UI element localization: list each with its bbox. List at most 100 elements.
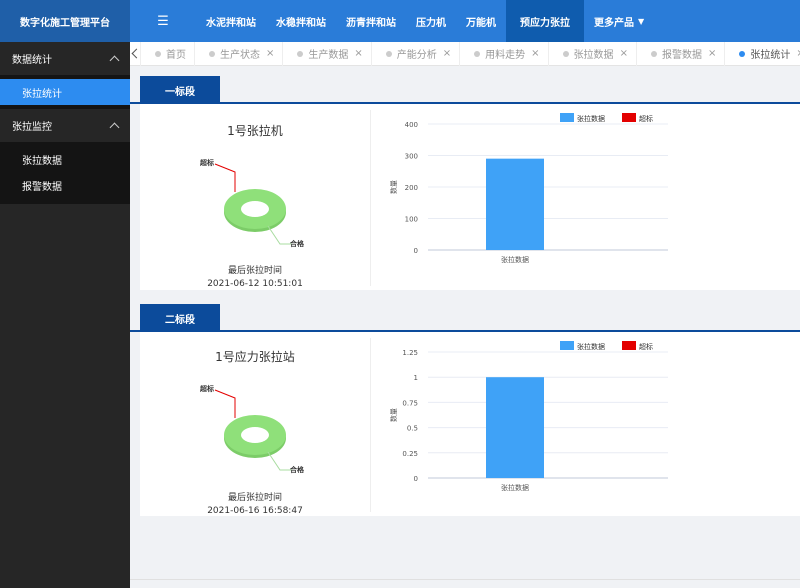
close-icon[interactable]: × <box>266 48 274 59</box>
close-icon[interactable]: × <box>620 48 628 59</box>
bar[interactable] <box>486 158 544 250</box>
legend-label[interactable]: 张拉数据 <box>577 114 605 123</box>
nav-prestress-tension[interactable]: 预应力张拉 <box>506 0 584 42</box>
caret-down-icon: ▼ <box>638 16 645 26</box>
nav-universal-machine[interactable]: 万能机 <box>456 0 506 42</box>
tab-production-data[interactable]: 生产数据 × <box>283 41 372 66</box>
donut-over-label: 超标 <box>200 158 214 167</box>
dot-icon <box>739 50 746 57</box>
dot-icon <box>650 50 657 57</box>
dot-icon <box>155 50 161 57</box>
donut-over-label: 超标 <box>200 384 214 393</box>
tab-capacity-analysis[interactable]: 产能分析 × <box>372 41 461 66</box>
dot-icon <box>474 50 481 57</box>
legend-label[interactable]: 超标 <box>639 114 653 123</box>
tab-label: 生产状态 <box>220 50 260 61</box>
tab-material-trend[interactable]: 用料走势 × <box>460 41 549 66</box>
close-icon[interactable]: × <box>531 48 539 59</box>
section-header: 二标段 <box>130 294 800 332</box>
nav-more-label: 更多产品 <box>594 17 634 29</box>
legend-swatch[interactable] <box>560 113 574 122</box>
nav-press-machine[interactable]: 压力机 <box>406 0 456 42</box>
close-icon[interactable]: × <box>708 48 716 59</box>
y-tick-label: 0.5 <box>407 425 418 433</box>
section-header: 一标段 <box>130 66 800 104</box>
x-tick-label: 张拉数据 <box>501 255 529 264</box>
main-content: 一标段 1号张拉机 超标合格 最后张拉时间 2021-06-12 10:51:0… <box>130 66 800 588</box>
donut-hole <box>241 427 269 443</box>
sidebar-group-label: 数据统计 <box>12 55 52 66</box>
tab-production-status[interactable]: 生产状态 × <box>195 41 284 66</box>
last-time-label: 最后张拉时间 <box>227 493 282 503</box>
y-tick-label: 400 <box>405 121 418 129</box>
legend-swatch[interactable] <box>560 341 574 350</box>
close-icon[interactable]: × <box>796 48 800 59</box>
y-tick-label: 0.75 <box>402 399 418 407</box>
panel-divider <box>370 110 371 286</box>
legend-swatch[interactable] <box>622 113 636 122</box>
tab-label: 报警数据 <box>661 50 702 61</box>
y-tick-label: 0 <box>414 475 418 483</box>
top-nav: ☰ 水泥拌和站 水稳拌和站 沥青拌和站 压力机 万能机 预应力张拉 更多产品 ▼ <box>130 0 800 42</box>
tab-tension-stats[interactable]: 张拉统计 × <box>725 42 800 66</box>
y-tick-label: 0 <box>414 247 418 255</box>
machine-title: 1号应力张拉站 <box>215 350 295 364</box>
sidebar-item-alarm-data[interactable]: 报警数据 <box>0 172 130 198</box>
legend-swatch[interactable] <box>622 341 636 350</box>
y-tick-label: 300 <box>405 153 418 161</box>
sidebar-background <box>0 200 130 588</box>
y-tick-label: 200 <box>405 184 418 192</box>
sidebar-item-tension-data[interactable]: 张拉数据 <box>0 146 130 172</box>
close-icon[interactable]: × <box>443 48 451 59</box>
list-icon[interactable]: ☰ <box>130 0 196 42</box>
section-panel-filler <box>690 104 800 290</box>
y-tick-label: 1 <box>414 374 418 382</box>
last-time-value: 2021-06-16 16:58:47 <box>207 506 303 516</box>
sidebar: 数据统计 张拉统计 张拉监控 张拉数据 报警数据 <box>0 42 130 588</box>
panel-divider <box>370 338 371 512</box>
chevron-left-icon[interactable] <box>130 41 141 66</box>
sidebar-group-label: 张拉监控 <box>12 122 52 133</box>
y-tick-label: 0.25 <box>402 450 418 458</box>
tab-alarm-data[interactable]: 报警数据 × <box>637 41 726 66</box>
dot-icon <box>209 50 215 57</box>
donut-chart: 超标合格 <box>200 384 305 474</box>
over-leader-line <box>214 163 236 192</box>
tab-label: 生产数据 <box>308 50 349 61</box>
tab-tension-data[interactable]: 张拉数据 × <box>549 41 637 66</box>
bar-chart: 00.250.50.7511.25数量张拉数据张拉数据 超标 <box>389 341 668 492</box>
footer-divider <box>130 579 800 580</box>
last-time-value: 2021-06-12 10:51:01 <box>207 279 303 289</box>
y-axis-label: 数量 <box>389 408 398 422</box>
donut-chart: 超标合格 <box>200 158 305 248</box>
close-icon[interactable]: × <box>354 48 362 59</box>
over-leader-line <box>214 389 236 418</box>
tab-label: 张拉统计 <box>750 50 791 61</box>
sidebar-item-tension-stats[interactable]: 张拉统计 <box>0 79 130 105</box>
dot-icon <box>385 50 392 57</box>
bar[interactable] <box>486 377 544 478</box>
sidebar-group-monitor[interactable]: 张拉监控 <box>0 109 130 142</box>
tab-label: 首页 <box>166 50 186 61</box>
nav-stabilized-station[interactable]: 水稳拌和站 <box>266 0 336 42</box>
nav-asphalt-station[interactable]: 沥青拌和站 <box>336 0 406 42</box>
y-axis-label: 数量 <box>389 180 398 194</box>
nav-more-products[interactable]: 更多产品 ▼ <box>584 0 654 42</box>
legend-label[interactable]: 张拉数据 <box>577 342 605 351</box>
section-panel-filler <box>690 332 800 516</box>
donut-ok-label: 合格 <box>289 465 305 474</box>
machine-title: 1号张拉机 <box>227 124 283 138</box>
section-tab-1[interactable]: 一标段 <box>140 76 220 104</box>
y-tick-label: 100 <box>405 216 418 224</box>
dot-icon <box>297 50 304 57</box>
tab-label: 张拉数据 <box>573 50 614 61</box>
tab-home[interactable]: 首页 <box>141 41 195 66</box>
section-tab-2[interactable]: 二标段 <box>140 304 220 332</box>
y-tick-label: 1.25 <box>402 349 418 357</box>
nav-cement-station[interactable]: 水泥拌和站 <box>196 0 266 42</box>
sidebar-group-stats[interactable]: 数据统计 <box>0 42 130 75</box>
legend-label[interactable]: 超标 <box>639 342 653 351</box>
last-tension-time: 最后张拉时间 2021-06-12 10:51:01 <box>140 265 370 291</box>
x-tick-label: 张拉数据 <box>501 483 529 492</box>
last-tension-time: 最后张拉时间 2021-06-16 16:58:47 <box>140 492 370 518</box>
